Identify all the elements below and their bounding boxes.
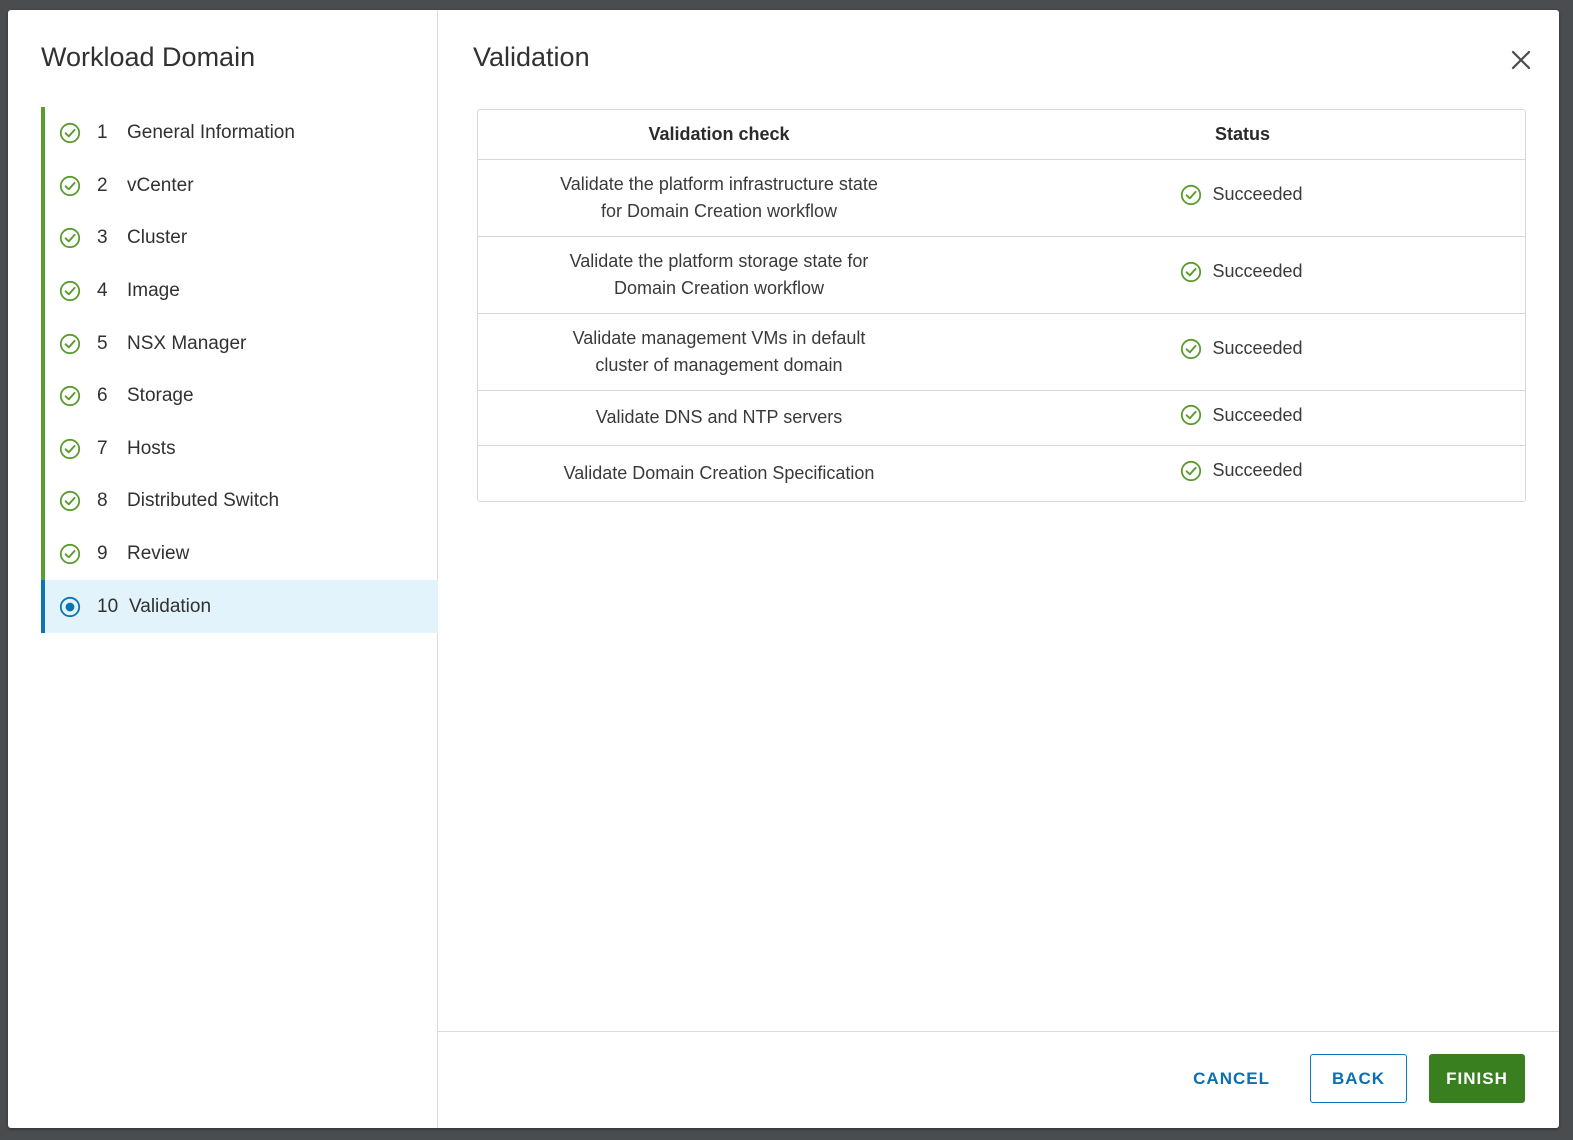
table-row: Validate Domain Creation Specification Su… [478, 446, 1525, 501]
wizard-step-label: Hosts [127, 437, 176, 459]
check-circle-icon [59, 333, 81, 355]
validation-check-text: Validate the platform storage state for [569, 250, 869, 271]
check-circle-icon [59, 280, 81, 302]
validation-check-cell: Validate the platform infrastructure sta… [478, 159, 960, 237]
wizard-step-number: 6 [97, 385, 108, 407]
status-text: Succeeded [1212, 404, 1303, 425]
validation-table: Validation check Status Validate the pla… [477, 109, 1526, 502]
wizard-footer: CANCEL BACK FINISH [438, 1031, 1559, 1128]
status-badge: Succeeded [1180, 258, 1303, 285]
wizard-step-number: 5 [97, 332, 108, 354]
finish-button[interactable]: FINISH [1429, 1054, 1525, 1103]
check-circle-icon [59, 227, 81, 249]
wizard-title: Workload Domain [41, 42, 256, 72]
wizard-step-number: 10 [97, 595, 119, 617]
wizard-step-label: Review [127, 543, 190, 565]
wizard-step-label: vCenter [127, 174, 194, 196]
wizard-step-list: 1 General Information 2 vCenter 3 Cluster 4 Ima… [41, 107, 438, 633]
wizard-step-number: 8 [97, 490, 108, 512]
success-check-icon [1180, 184, 1202, 206]
back-button[interactable]: BACK [1310, 1054, 1407, 1103]
check-circle-icon [59, 175, 81, 197]
success-check-icon [1180, 460, 1202, 482]
wizard-dialog: Workload Domain 1 General Information 2 vCe… [8, 10, 1559, 1128]
wizard-step-number: 3 [97, 227, 108, 249]
validation-check-text: Validate Domain Creation Specification [563, 462, 875, 483]
wizard-step-label: NSX Manager [127, 332, 247, 354]
table-row: Validate DNS and NTP servers Succeeded [478, 390, 1525, 446]
status-text: Succeeded [1212, 338, 1303, 359]
wizard-content: Validation Validation check Status Valid… [438, 10, 1559, 1128]
wizard-step-label: Distributed Switch [127, 490, 280, 512]
validation-check-text: Validate DNS and NTP servers [595, 407, 843, 428]
wizard-step-10[interactable]: 10 Validation [41, 580, 438, 633]
column-header-validation-check: Validation check [478, 110, 960, 160]
wizard-step-number: 4 [97, 280, 108, 302]
wizard-step-5[interactable]: 5 NSX Manager [41, 317, 438, 370]
wizard-step-nav: Workload Domain 1 General Information 2 vCe… [8, 10, 438, 1128]
success-check-icon [1180, 338, 1202, 360]
wizard-step-3[interactable]: 3 Cluster [41, 212, 438, 265]
wizard-step-1[interactable]: 1 General Information [41, 107, 438, 160]
validation-check-text: Domain Creation workflow [613, 277, 825, 298]
table-row: Validate the platform storage state for D… [478, 236, 1525, 314]
validation-check-text: Validate the platform infrastructure sta… [560, 173, 878, 194]
wizard-step-label: Validation [129, 595, 212, 617]
radio-dot-icon [59, 596, 81, 618]
wizard-step-label: Cluster [127, 227, 188, 249]
validation-check-cell: Validate management VMs in default cluste… [478, 313, 960, 391]
status-text: Succeeded [1212, 460, 1303, 480]
page-title: Validation [473, 42, 590, 72]
check-circle-icon [59, 543, 81, 565]
validation-check-text: Validate management VMs in default [572, 327, 866, 348]
status-badge: Succeeded [1180, 181, 1303, 208]
wizard-step-2[interactable]: 2 vCenter [41, 159, 438, 213]
wizard-step-label: Image [127, 280, 180, 302]
wizard-step-6[interactable]: 6 Storage [41, 369, 438, 423]
status-badge: Succeeded [1180, 457, 1303, 484]
status-cell: Succeeded [960, 446, 1525, 501]
column-header-status: Status [960, 110, 1525, 160]
status-badge: Succeeded [1180, 335, 1303, 362]
status-text: Succeeded [1212, 184, 1303, 205]
close-icon [1511, 50, 1531, 70]
check-circle-icon [59, 438, 81, 460]
status-cell: Succeeded [960, 313, 1525, 391]
wizard-step-number: 2 [97, 174, 108, 196]
check-circle-icon [59, 490, 81, 512]
wizard-step-label: Storage [127, 385, 194, 407]
status-text: Succeeded [1212, 261, 1303, 282]
wizard-step-8[interactable]: 8 Distributed Switch [41, 475, 438, 528]
status-cell: Succeeded [960, 159, 1525, 237]
check-circle-icon [59, 385, 81, 407]
table-row: Validate management VMs in default cluste… [478, 313, 1525, 391]
cancel-button[interactable]: CANCEL [1177, 1054, 1286, 1103]
wizard-step-9[interactable]: 9 Review [41, 527, 438, 581]
table-row: Validate the platform infrastructure sta… [478, 159, 1525, 237]
check-circle-icon [59, 122, 81, 144]
success-check-icon [1180, 404, 1202, 426]
success-check-icon [1180, 261, 1202, 283]
status-badge: Succeeded [1180, 402, 1303, 429]
validation-check-cell: Validate DNS and NTP servers [478, 390, 960, 446]
wizard-step-label: General Information [127, 122, 295, 144]
validation-check-cell: Validate Domain Creation Specification [478, 446, 960, 501]
validation-check-text: cluster of management domain [595, 354, 843, 375]
wizard-step-number: 7 [97, 437, 108, 459]
wizard-step-number: 9 [97, 543, 108, 565]
validation-check-cell: Validate the platform storage state for D… [478, 236, 960, 314]
close-button[interactable] [1509, 48, 1533, 72]
validation-check-text: for Domain Creation workflow [600, 200, 838, 221]
status-cell: Succeeded [960, 390, 1525, 446]
wizard-step-4[interactable]: 4 Image [41, 264, 438, 318]
table-header-row: Validation check Status [478, 110, 1525, 160]
wizard-step-7[interactable]: 7 Hosts [41, 422, 438, 476]
wizard-step-number: 1 [97, 122, 108, 144]
status-cell: Succeeded [960, 236, 1525, 314]
